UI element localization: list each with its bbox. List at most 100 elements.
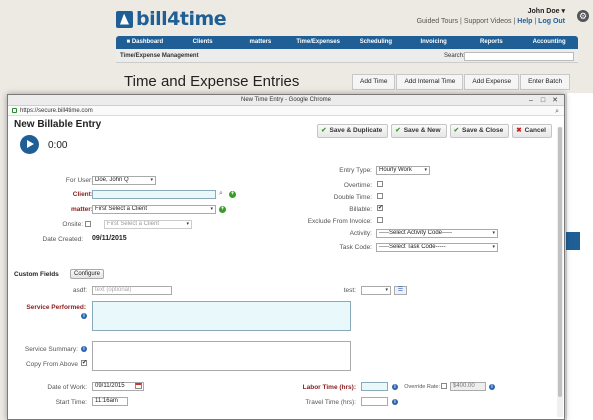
chevron-down-icon: ▾	[492, 230, 495, 236]
overtime-label: Overtime:	[343, 182, 372, 189]
date-of-work-label: Date of Work:	[47, 384, 87, 391]
background-panel	[566, 93, 593, 420]
user-menu[interactable]: John Doe ▾	[417, 7, 565, 15]
for-user-label: For User:	[65, 177, 93, 184]
lock-icon	[12, 108, 17, 113]
client-input[interactable]	[92, 190, 216, 199]
onsite-checkbox[interactable]	[85, 221, 91, 227]
start-time-input[interactable]: 11:16am	[92, 397, 128, 406]
add-matter-icon[interactable]: +	[219, 206, 226, 213]
close-icon[interactable]: ✕	[549, 95, 561, 106]
popup-scrollbar[interactable]	[557, 127, 563, 417]
guided-tours-link[interactable]: Guided Tours	[417, 18, 459, 25]
info-icon[interactable]: i	[81, 346, 87, 352]
timer-display: 0:00	[48, 140, 68, 151]
scroll-thumb[interactable]	[558, 127, 562, 397]
nav-item-accounting[interactable]: Accounting	[520, 36, 578, 49]
onsite-select[interactable]: First Select a Client ▾	[104, 220, 192, 229]
time-entry-popup: New Time Entry - Google Chrome – □ ✕ htt…	[7, 94, 565, 420]
nav-item-time-expenses[interactable]: Time/Expenses	[289, 36, 347, 49]
overtime-checkbox[interactable]	[377, 181, 383, 187]
window-titlebar: New Time Entry - Google Chrome – □ ✕	[8, 95, 564, 106]
save-duplicate-button[interactable]: ✔ Save & Duplicate	[317, 124, 389, 138]
entry-type-select[interactable]: Hourly Work ▾	[376, 166, 430, 175]
double-time-checkbox[interactable]	[377, 193, 383, 199]
add-client-icon[interactable]: +	[229, 191, 236, 198]
search-client-icon[interactable]: ⌕	[219, 190, 223, 198]
app-logo[interactable]: bill4time	[116, 8, 227, 30]
help-link[interactable]: Help	[517, 18, 532, 25]
add-expense-button[interactable]: Add Expense	[464, 74, 520, 90]
save-close-button[interactable]: ✔ Save & Close	[449, 124, 510, 138]
list-icon[interactable]: ☰	[394, 286, 407, 295]
matter-label: matter:	[70, 206, 93, 213]
info-icon[interactable]: i	[81, 313, 87, 319]
travel-time-label: Travel Time (hrs):	[305, 399, 356, 406]
copy-from-above-checkbox[interactable]: ✔	[81, 360, 87, 366]
override-rate-input[interactable]: $400.00	[450, 382, 486, 391]
support-videos-link[interactable]: Support Videos	[464, 18, 512, 25]
check-icon: ✔	[321, 127, 327, 134]
client-label: Client:	[72, 191, 93, 198]
onsite-label: Onsite:	[62, 221, 83, 228]
test-select[interactable]: ▾	[361, 286, 391, 295]
chevron-down-icon: ▾	[186, 221, 189, 227]
save-new-button[interactable]: ✔ Save & New	[391, 124, 447, 138]
logo-icon	[116, 10, 133, 28]
asdf-input[interactable]: text (optional)	[92, 286, 172, 295]
url-bar: https://secure.bill4time.com ⌕	[8, 106, 564, 116]
maximize-icon[interactable]: □	[537, 95, 549, 106]
service-summary-textarea[interactable]	[92, 341, 351, 371]
info-icon[interactable]: i	[392, 399, 398, 405]
add-internal-time-button[interactable]: Add Internal Time	[396, 74, 464, 90]
logout-link[interactable]: Log Out	[538, 18, 565, 25]
nav-item-matters[interactable]: matters	[232, 36, 290, 49]
copy-from-above-label: Copy From Above	[25, 361, 78, 368]
nav-item-dashboard[interactable]: ■ Dashboard	[116, 36, 174, 49]
test-label: test:	[343, 287, 356, 294]
add-time-button[interactable]: Add Time	[352, 74, 396, 90]
background-accent	[566, 232, 580, 250]
start-time-label: Start Time:	[55, 399, 87, 406]
exclude-invoice-checkbox[interactable]	[377, 217, 383, 223]
section-title: Time/Expense Management	[120, 53, 199, 59]
header-links: Guided Tours | Support Videos | Help | L…	[416, 18, 565, 25]
minimize-icon[interactable]: –	[525, 95, 537, 106]
exclude-invoice-label: Exclude From Invoice:	[307, 218, 372, 225]
activity-label: Activity:	[349, 230, 372, 237]
nav-item-scheduling[interactable]: Scheduling	[347, 36, 405, 49]
cancel-button[interactable]: ✖ Cancel	[512, 124, 552, 138]
nav-item-reports[interactable]: Reports	[463, 36, 521, 49]
service-performed-label: Service Performed:	[26, 304, 86, 311]
url-text: https://secure.bill4time.com	[20, 108, 93, 114]
x-icon: ✖	[516, 127, 522, 134]
travel-time-input[interactable]	[361, 397, 388, 406]
page-title: Time and Expense Entries	[124, 73, 300, 90]
check-icon: ✔	[395, 127, 401, 134]
chevron-down-icon: ▾	[492, 244, 495, 250]
nav-item-clients[interactable]: Clients	[174, 36, 232, 49]
activity-select[interactable]: -----Select Activity Code----- ▾	[376, 229, 498, 238]
gear-icon[interactable]: ⚙	[577, 10, 589, 22]
matter-select[interactable]: First Select a Client ▾	[92, 205, 216, 214]
window-controls: – □ ✕	[525, 95, 561, 106]
configure-button[interactable]: Configure	[70, 269, 105, 279]
service-performed-textarea[interactable]	[92, 301, 351, 331]
date-created-label: Date Created:	[42, 236, 83, 243]
search-input[interactable]	[464, 52, 574, 61]
enter-batch-button[interactable]: Enter Batch	[520, 74, 571, 90]
play-timer-button[interactable]	[20, 135, 39, 154]
for-user-select[interactable]: Doe, John Q ▾	[92, 176, 156, 185]
task-code-select[interactable]: -----Select Task Code----- ▾	[376, 243, 498, 252]
info-icon[interactable]: i	[489, 384, 495, 390]
nav-item-invoicing[interactable]: Invoicing	[405, 36, 463, 49]
search-icon[interactable]: ⌕	[555, 107, 559, 117]
user-box: John Doe ▾ Guided Tours | Support Videos…	[417, 7, 565, 25]
info-icon[interactable]: i	[392, 384, 398, 390]
override-rate-checkbox[interactable]	[441, 383, 447, 389]
billable-checkbox[interactable]: ✔	[377, 205, 383, 211]
labor-time-input[interactable]	[361, 382, 388, 391]
action-buttons: ✔ Save & Duplicate ✔ Save & New ✔ Save & Cl…	[314, 124, 552, 138]
calendar-icon[interactable]	[135, 383, 142, 389]
task-code-label: Task Code:	[339, 244, 372, 251]
